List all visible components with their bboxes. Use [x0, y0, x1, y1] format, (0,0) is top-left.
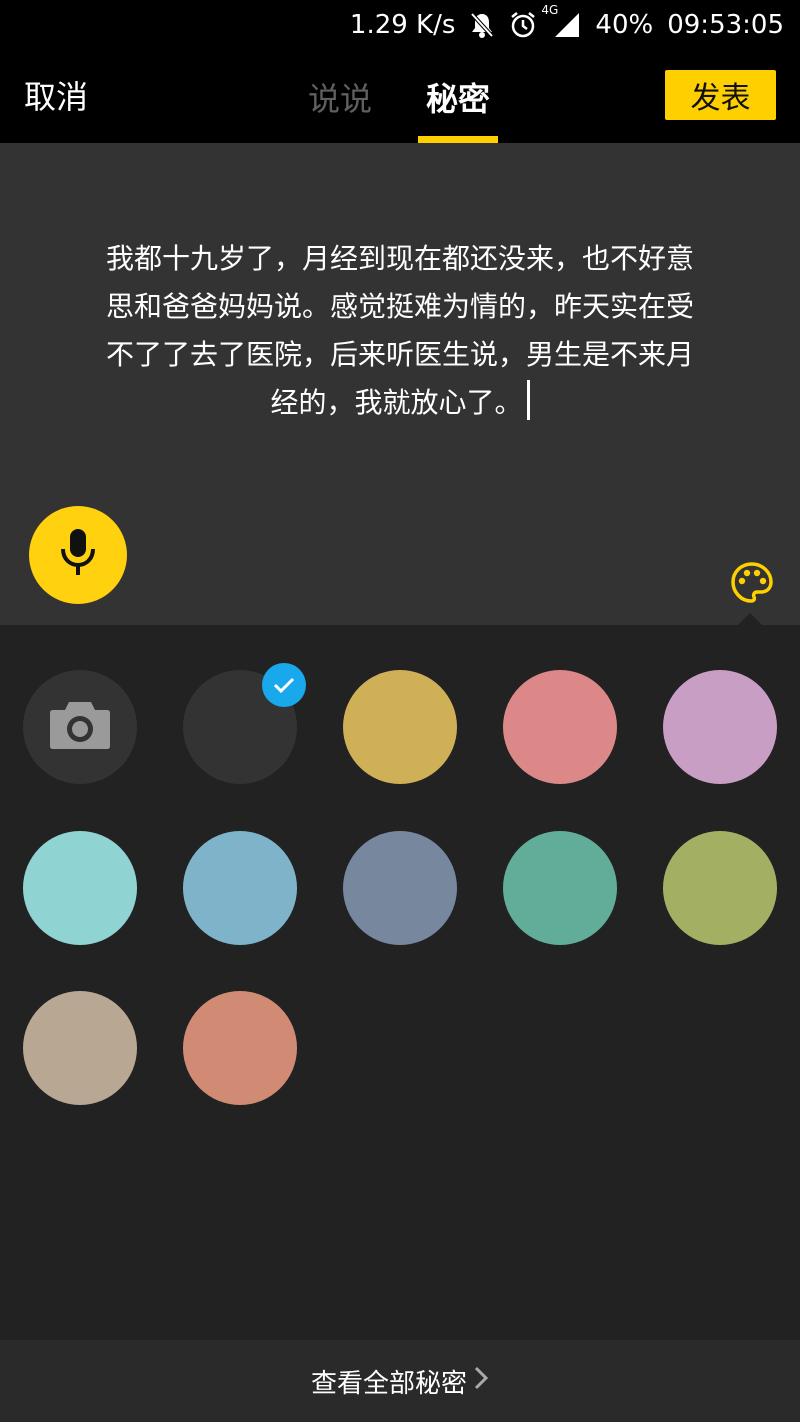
color-swatch-rose[interactable]: [503, 670, 617, 784]
microphone-icon: [58, 527, 98, 583]
color-swatch-lilac[interactable]: [663, 670, 777, 784]
post-editor[interactable]: 我都十九岁了，月经到现在都还没来，也不好意思和爸爸妈妈说。感觉挺难为情的，昨天实…: [0, 143, 800, 625]
text-caret: [526, 380, 530, 420]
selected-check-icon: [262, 663, 306, 707]
color-swatch-aqua[interactable]: [23, 831, 137, 945]
active-tab-indicator: [418, 136, 498, 143]
status-bar: 1.29 K/s 4G 40% 09:53:05: [0, 0, 800, 50]
header: 取消 说说 秘密 发表: [0, 50, 800, 143]
palette-button[interactable]: [730, 561, 774, 605]
network-speed: 1.29 K/s: [349, 10, 456, 40]
tab-shuoshuo[interactable]: 说说: [308, 74, 372, 120]
color-swatch-salmon[interactable]: [183, 991, 297, 1105]
clock: 09:53:05: [667, 10, 784, 40]
background-color-panel: [0, 625, 800, 1340]
post-text: 我都十九岁了，月经到现在都还没来，也不好意思和爸爸妈妈说。感觉挺难为情的，昨天实…: [105, 242, 694, 419]
voice-input-button[interactable]: [29, 506, 127, 604]
bell-off-icon: [469, 11, 495, 39]
post-text-input[interactable]: 我都十九岁了，月经到现在都还没来，也不好意思和爸爸妈妈说。感觉挺难为情的，昨天实…: [96, 235, 704, 427]
tab-secret[interactable]: 秘密: [426, 74, 490, 120]
network-type: 4G: [541, 3, 559, 17]
camera-icon: [49, 700, 111, 754]
panel-pointer: [738, 613, 762, 625]
view-all-secrets-link[interactable]: 查看全部秘密: [311, 1363, 489, 1400]
footer: 查看全部秘密: [0, 1340, 800, 1422]
signal-icon: 4G: [541, 3, 581, 39]
color-swatch-mustard[interactable]: [343, 670, 457, 784]
color-swatch-camera[interactable]: [23, 670, 137, 784]
alarm-icon: [509, 11, 537, 39]
battery-level: 40%: [595, 10, 654, 40]
chevron-right-icon: [473, 1365, 489, 1398]
publish-button[interactable]: 发表: [665, 70, 776, 120]
palette-icon: [730, 562, 774, 609]
color-swatch-olive[interactable]: [663, 831, 777, 945]
view-all-secrets-label: 查看全部秘密: [310, 1368, 467, 1399]
color-swatch-slate[interactable]: [343, 831, 457, 945]
color-swatch-sand[interactable]: [23, 991, 137, 1105]
color-swatch-sky[interactable]: [183, 831, 297, 945]
color-swatch-teal[interactable]: [503, 831, 617, 945]
